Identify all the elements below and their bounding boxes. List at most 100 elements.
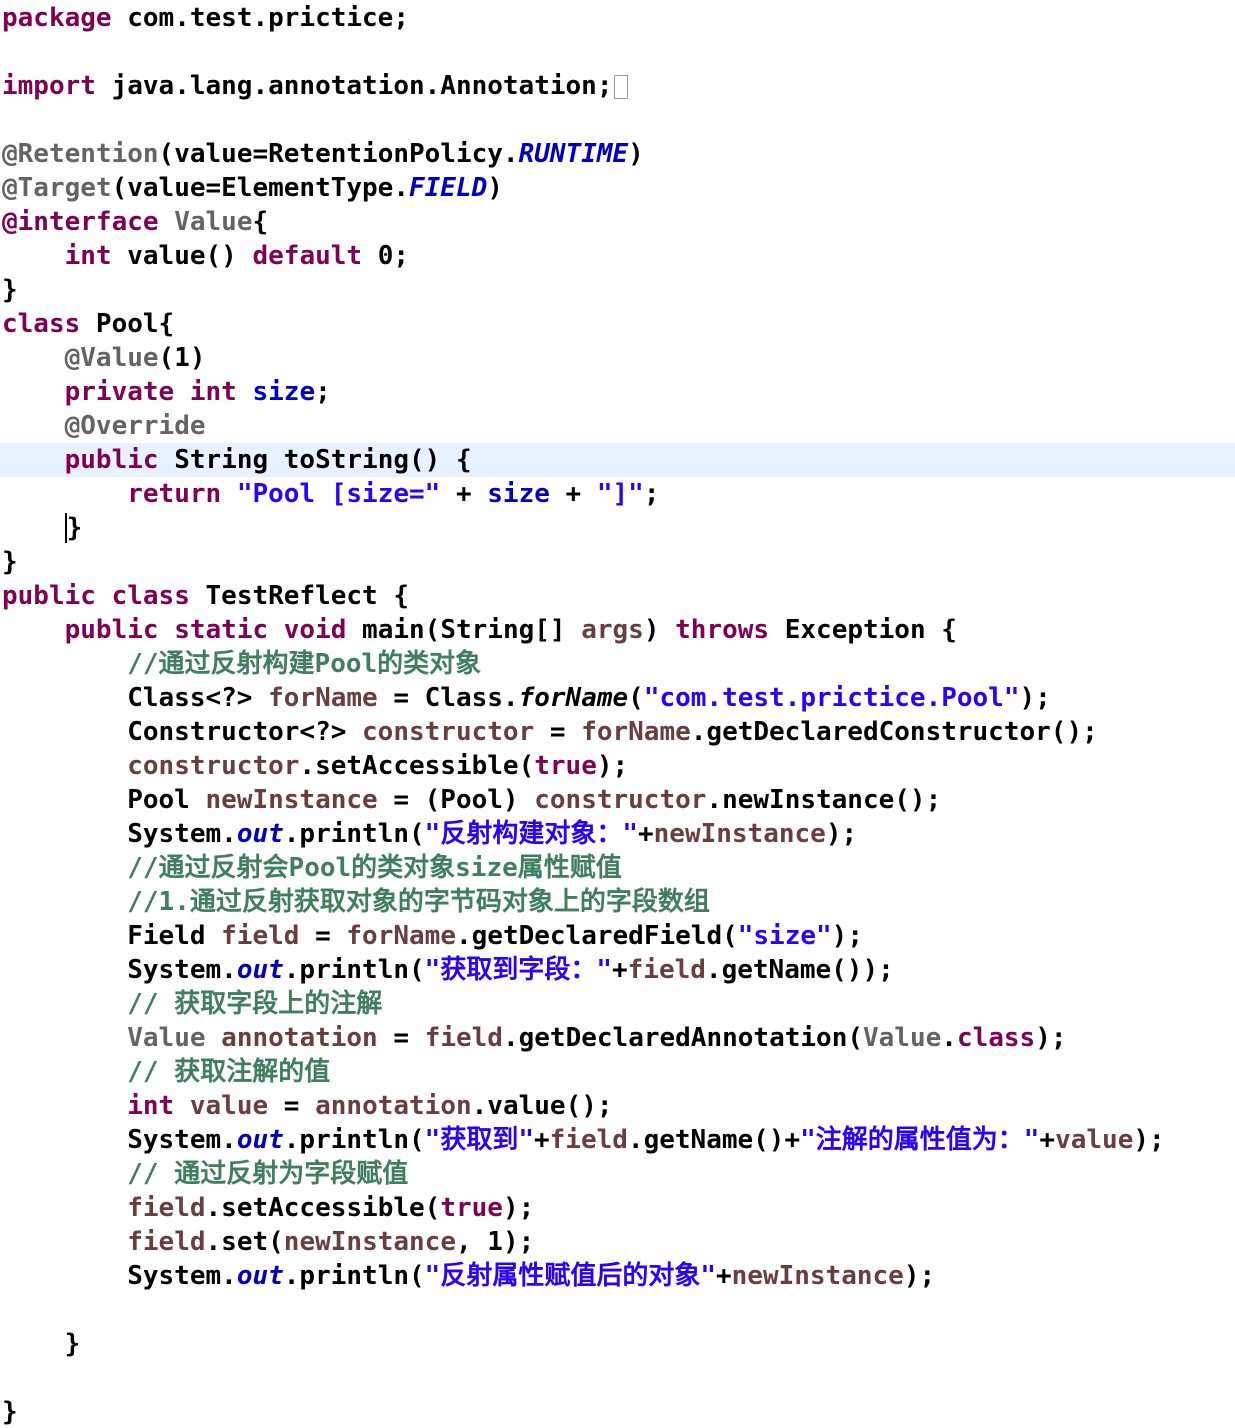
variable-token: annotation [315,1091,472,1121]
code-text: } [2,1397,18,1427]
code-text: Class<?> [2,683,269,713]
code-line[interactable]: //通过反射会Pool的类对象size属性赋值 [2,851,622,885]
keyword-token: int [127,1091,175,1121]
keyword-token: class [111,581,190,611]
annotation-token: Value [863,1023,942,1053]
code-line[interactable]: return "Pool [size=" + size + "]"; [2,477,660,511]
code-editor[interactable]: package com.test.prictice; import java.la… [0,0,1235,1428]
variable-token: field [549,1125,628,1155]
keyword-token: throws [675,615,770,645]
code-text: = [377,1023,425,1053]
code-text: value() [111,241,253,271]
code-text: = (Pool) [377,785,535,815]
code-line[interactable]: package com.test.prictice; [2,1,409,35]
code-text: .setAccessible( [205,1193,441,1223]
keyword-token: true [534,751,597,781]
code-line[interactable]: public static void main(String[] args) t… [2,613,957,647]
variable-token: constructor [362,717,535,747]
code-text: = [268,1091,316,1121]
code-line[interactable]: //通过反射构建Pool的类对象 [2,647,481,681]
code-text: { [252,207,269,237]
variable-token: constructor [127,751,300,781]
keyword-token: class [956,1023,1036,1053]
code-line[interactable]: System.out.println("反射构建对象："+newInstance… [2,817,857,851]
code-text: .println( [283,1125,425,1155]
code-line[interactable]: private int size; [2,375,331,409]
code-line[interactable]: } [2,511,83,545]
code-line[interactable]: Field field = forName.getDeclaredField("… [2,919,863,953]
string-literal: "com.test.prictice.Pool" [643,683,1020,713]
code-line[interactable]: constructor.setAccessible(true); [2,749,628,783]
variable-token: newInstance [653,819,826,849]
code-text: Constructor<?> [2,717,363,747]
annotation-token: @Value [64,343,159,373]
annotation-token: @Target [2,173,112,203]
code-text: .getDeclaredField( [455,921,738,951]
code-line[interactable]: field.setAccessible(true); [2,1191,534,1225]
keyword-token: import [2,71,96,101]
code-line[interactable]: // 获取注解的值 [2,1055,330,1089]
code-text: . [941,1023,957,1053]
code-line[interactable]: System.out.println("获取到"+field.getName()… [2,1123,1164,1157]
variable-token: field [127,1193,206,1223]
variable-token: field [221,921,300,951]
code-line[interactable]: public class TestReflect { [2,579,409,613]
folded-imports-marker[interactable] [614,74,629,99]
code-line[interactable]: int value() default 0; [2,239,409,273]
code-text: .getName()); [705,955,894,985]
code-line[interactable]: // 通过反射为字段赋值 [2,1157,408,1191]
code-line[interactable]: Pool newInstance = (Pool) constructor.ne… [2,783,941,817]
code-line[interactable]: Constructor<?> constructor = forName.get… [2,715,1098,749]
code-text: ( [628,683,644,713]
code-text: .newInstance(); [706,785,942,815]
code-line[interactable]: class Pool{ [2,307,174,341]
code-line[interactable]: Class<?> forName = Class.forName("com.te… [2,681,1051,715]
code-line[interactable]: field.set(newInstance, 1); [2,1225,534,1259]
code-line[interactable]: @Target(value=ElementType.FIELD) [2,171,503,205]
code-line[interactable]: } [2,545,18,579]
static-field-token: FIELD [409,173,488,203]
string-literal: "反射构建对象：" [424,819,638,849]
code-line[interactable]: @Value(1) [2,341,206,375]
code-line[interactable]: } [2,1327,81,1361]
keyword-token: @interface [2,207,159,237]
code-text: .value(); [471,1091,613,1121]
keyword-token: public [2,581,96,611]
code-line[interactable]: @interface Value{ [2,205,268,239]
code-line[interactable]: public String toString() { [2,443,472,477]
code-text: } [2,1329,81,1359]
annotation-token: @Override [64,411,206,441]
variable-token: forName [346,921,456,951]
string-literal: "size" [737,921,832,951]
string-literal: "注解的属性值为：" [800,1125,1040,1155]
string-literal: "获取到字段：" [424,955,612,985]
code-line[interactable]: } [2,273,18,307]
code-line[interactable]: } [2,1395,18,1428]
code-text: , 1); [455,1227,535,1257]
code-line[interactable]: Value annotation = field.getDeclaredAnno… [2,1021,1066,1055]
static-field-token: out [236,955,284,985]
code-line[interactable]: int value = annotation.value(); [2,1089,613,1123]
code-line[interactable]: System.out.println("获取到字段："+field.getNam… [2,953,894,987]
code-text: ; [643,479,660,509]
code-text: main(String[] [346,615,582,645]
code-line[interactable]: @Retention(value=RetentionPolicy.RUNTIME… [2,137,644,171]
variable-token: newInstance [731,1261,904,1291]
code-text: = [299,921,347,951]
code-line[interactable]: System.out.println("反射属性赋值后的对象"+newInsta… [2,1259,935,1293]
code-line[interactable]: @Override [2,409,206,443]
variable-token: newInstance [205,785,378,815]
comment-token: // 获取字段上的注解 [127,989,383,1019]
keyword-token: int [64,241,112,271]
code-line[interactable]: import java.lang.annotation.Annotation; [2,69,629,103]
code-line[interactable]: //1.通过反射获取对象的字节码对象上的字段数组 [2,885,710,919]
code-line[interactable]: // 获取字段上的注解 [2,987,382,1021]
